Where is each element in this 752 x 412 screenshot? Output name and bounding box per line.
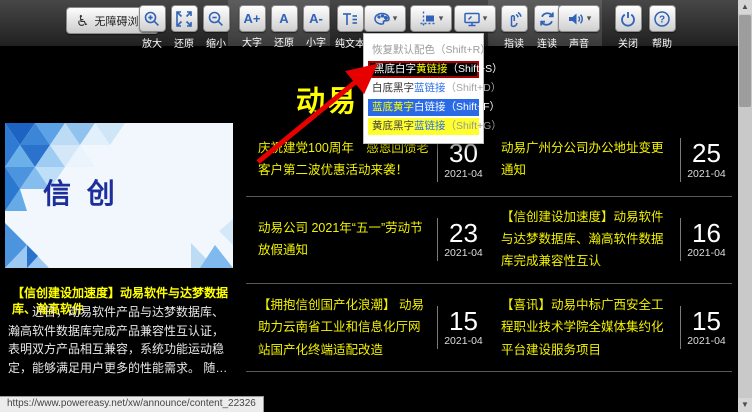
font-larger-icon: A+: [244, 12, 261, 25]
point-read-icon: [505, 10, 523, 28]
menu-item-blue-yellow-white[interactable]: 蓝底黄字白链接（Shift+F）: [368, 99, 479, 116]
power-icon: [619, 10, 637, 28]
sound-label: 声音: [556, 35, 602, 50]
news-month: 2021-04: [438, 247, 489, 259]
news-month: 2021-04: [681, 335, 732, 347]
news-cell: 【拥抱信创国产化浪潮】 动易助力云南省工业和信息化厅网站国产化终端适配改造 15…: [246, 284, 489, 372]
refresh-icon: [538, 10, 556, 28]
news-cell: 【喜讯】动易中标广西安全工程职业技术学院全媒体集约化平台建设服务项目 15 20…: [489, 284, 732, 372]
sound-control[interactable]: ▾ 声音: [556, 5, 602, 50]
news-day: 25: [681, 140, 732, 167]
news-title-link[interactable]: 【拥抱信创国产化浪潮】 动易助力云南省工业和信息化厅网站国产化终端适配改造: [246, 284, 437, 372]
news-row: 庆祝建党100周年 感恩回馈老客户第二波优惠活动来袭！ 30 2021-04 动…: [246, 124, 732, 197]
news-date: 30 2021-04: [437, 138, 489, 181]
summary-body: 近日，动易软件产品与达梦数据库、瀚高软件数据库完成产品兼容性互认证，表明双方产品…: [8, 303, 232, 377]
news-cell: 【信创建设加速度】动易软件与达梦数据库、瀚高软件数据库完成兼容性互认 16 20…: [489, 197, 732, 283]
news-month: 2021-04: [438, 168, 489, 180]
chevron-down-icon: ▾: [483, 14, 488, 23]
feature-image[interactable]: 信 创: [5, 123, 233, 268]
palette-icon: [373, 10, 391, 28]
news-date: 15 2021-04: [680, 306, 732, 349]
menu-item-restore-default[interactable]: 恢复默认配色（Shift+R）: [368, 42, 479, 59]
news-title-link[interactable]: 动易公司 2021年“五一”劳动节放假通知: [246, 208, 437, 272]
menu-item-white-black-blue[interactable]: 白底黑字蓝链接（Shift+D）: [368, 80, 479, 97]
news-date: 16 2021-04: [680, 218, 732, 261]
scrollbar-thumb[interactable]: [739, 15, 751, 107]
news-month: 2021-04: [681, 168, 732, 180]
font-smaller-icon: A-: [309, 12, 323, 25]
expand-arrows-icon: [175, 10, 193, 28]
news-title-link[interactable]: 动易广州分公司办公地址变更通知: [489, 128, 680, 192]
news-row: 【拥抱信创国产化浪潮】 动易助力云南省工业和信息化厅网站国产化终端适配改造 15…: [246, 284, 732, 373]
chevron-down-icon: ▾: [439, 14, 444, 23]
help-icon: ?: [653, 10, 671, 28]
news-date: 15 2021-04: [437, 306, 489, 349]
color-scheme-menu: 恢复默认配色（Shift+R） 黑底白字黄链接（Shift+S） 白底黑字蓝链接…: [363, 33, 484, 144]
status-url-tooltip: https://www.powereasy.net/xw/announce/co…: [0, 396, 264, 412]
wheelchair-icon: ♿: [76, 12, 89, 30]
news-month: 2021-04: [438, 335, 489, 347]
news-day: 15: [438, 308, 489, 335]
monitor-icon: [463, 10, 481, 28]
zoom-in-icon: [143, 10, 161, 28]
news-date: 25 2021-04: [680, 138, 732, 181]
zoom-out-label: 缩小: [196, 35, 236, 50]
chevron-down-icon: ▾: [393, 14, 398, 23]
menu-item-black-white-yellow[interactable]: 黑底白字黄链接（Shift+S）: [368, 61, 479, 78]
xinchuang-graphic: 信 创: [5, 123, 233, 268]
speaker-icon: [567, 10, 585, 28]
news-day: 15: [681, 308, 732, 335]
help-label: 帮助: [642, 35, 682, 50]
scroll-down-button[interactable]: ▼: [738, 398, 752, 412]
zoom-out-icon: [207, 10, 225, 28]
news-cell: 动易广州分公司办公地址变更通知 25 2021-04: [489, 124, 732, 196]
svg-text:信 创: 信 创: [43, 178, 119, 209]
news-day: 16: [681, 220, 732, 247]
news-title-link[interactable]: 【喜讯】动易中标广西安全工程职业技术学院全媒体集约化平台建设服务项目: [489, 284, 680, 372]
screen-settings-control[interactable]: ▾: [452, 5, 498, 33]
vertical-scrollbar: ▲ ▼: [738, 0, 752, 412]
help-control[interactable]: ? 帮助: [642, 5, 682, 50]
news-date: 23 2021-04: [437, 218, 489, 261]
guide-line-control[interactable]: ▾: [408, 5, 454, 33]
accessible-browser-screen: ♿ 无障碍浏览 放大 还原: [0, 0, 752, 412]
news-list: 庆祝建党100周年 感恩回馈老客户第二波优惠活动来袭！ 30 2021-04 动…: [246, 124, 732, 372]
font-reset-icon: A: [279, 12, 288, 25]
news-month: 2021-04: [681, 247, 732, 259]
plain-text-icon: [341, 10, 359, 28]
zoom-out-control[interactable]: 缩小: [196, 5, 236, 50]
color-scheme-control[interactable]: ▾: [362, 5, 408, 33]
menu-item-yellow-black-blue[interactable]: 黄底黑字蓝链接（Shift+G）: [368, 118, 479, 135]
news-row: 动易公司 2021年“五一”劳动节放假通知 23 2021-04 【信创建设加速…: [246, 197, 732, 284]
svg-text:?: ?: [659, 14, 665, 25]
scroll-up-button[interactable]: ▲: [738, 0, 752, 14]
news-day: 30: [438, 140, 489, 167]
chevron-down-icon: ▾: [587, 14, 592, 23]
news-title-link[interactable]: 【信创建设加速度】动易软件与达梦数据库、瀚高软件数据库完成兼容性互认: [489, 197, 680, 283]
guide-line-icon: [419, 10, 437, 28]
news-cell: 动易公司 2021年“五一”劳动节放假通知 23 2021-04: [246, 197, 489, 283]
news-day: 23: [438, 220, 489, 247]
page-title: 动易: [296, 78, 358, 120]
